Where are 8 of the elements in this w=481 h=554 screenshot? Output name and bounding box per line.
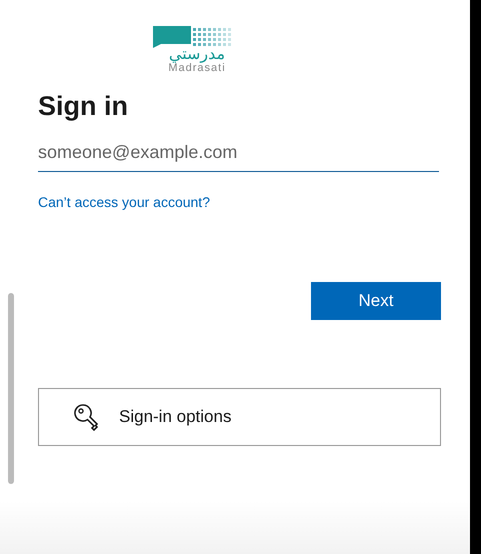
page-title: Sign in — [38, 90, 129, 122]
logo-latin-text: Madrasati — [168, 62, 226, 74]
logo-arabic-text: مدرستي — [168, 46, 226, 62]
key-icon — [73, 403, 101, 431]
account-help-link[interactable]: Can’t access your account? — [38, 194, 210, 210]
signin-options-button[interactable]: Sign-in options — [38, 388, 441, 446]
next-button[interactable]: Next — [311, 282, 441, 320]
email-field[interactable]: someone@example.com — [38, 136, 439, 172]
